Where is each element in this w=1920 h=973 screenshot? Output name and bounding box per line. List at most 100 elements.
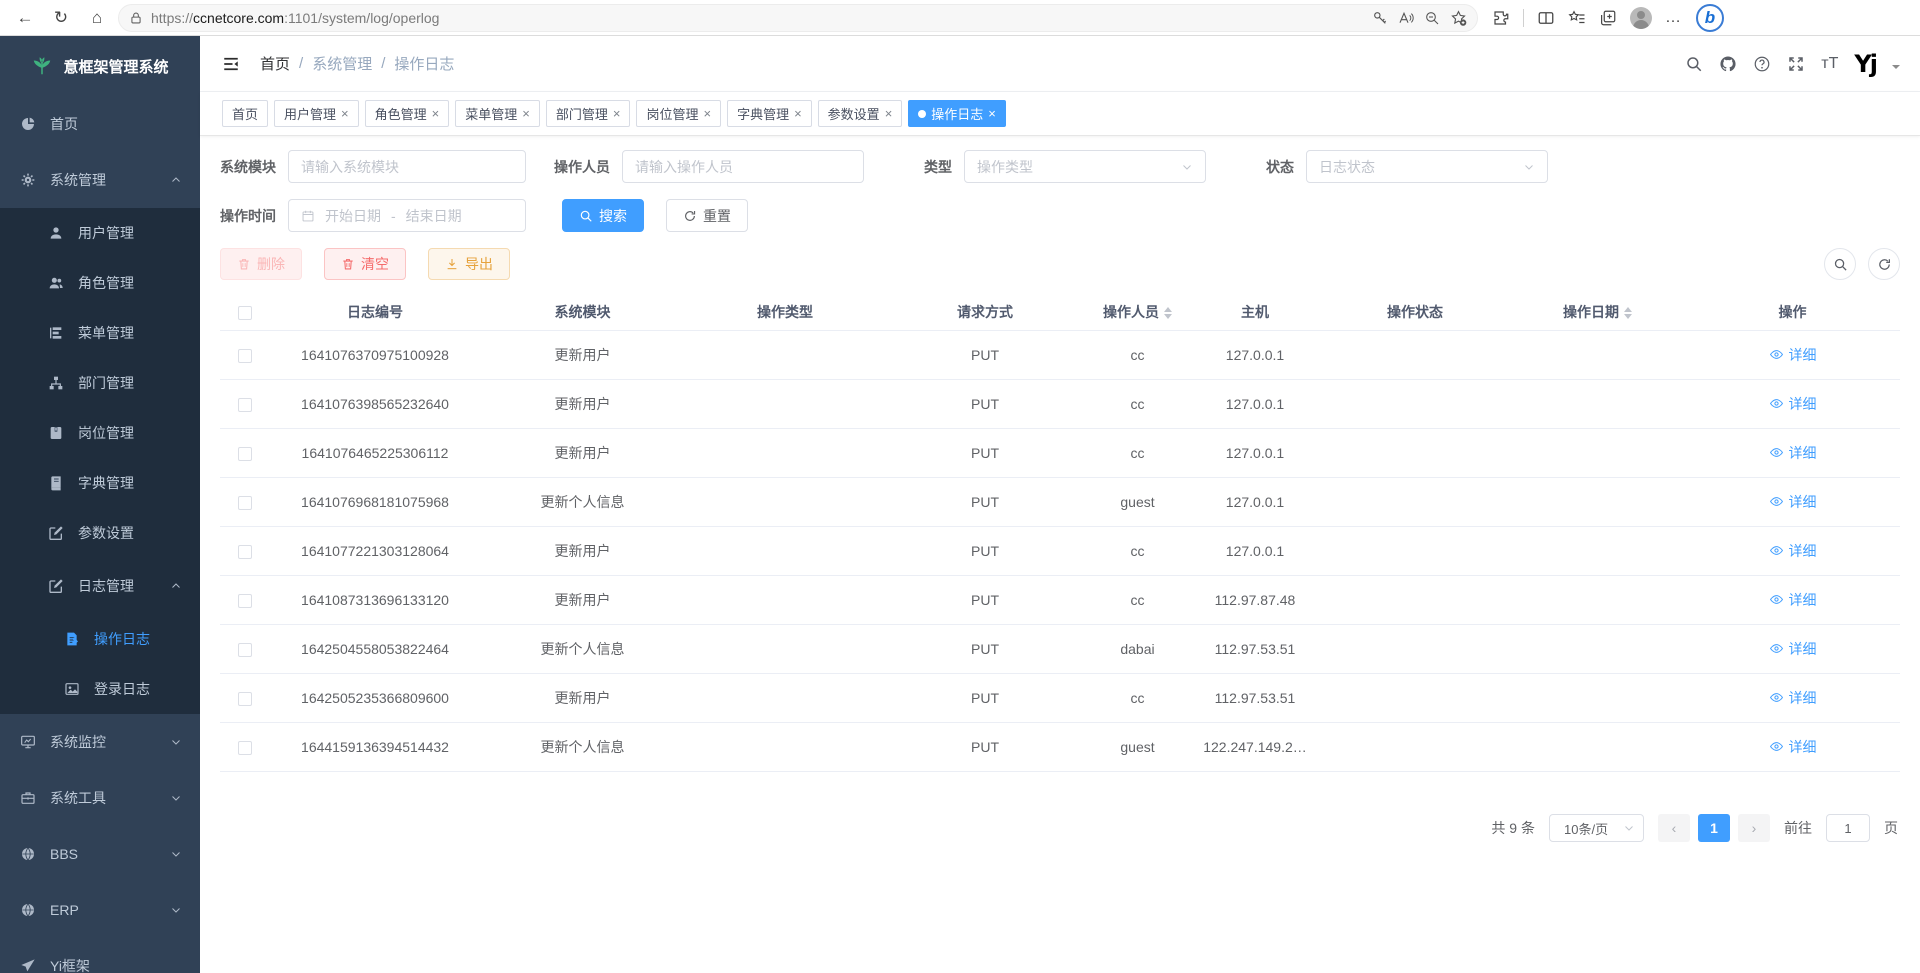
row-checkbox[interactable] xyxy=(238,692,252,706)
font-size-icon[interactable]: тT xyxy=(1821,55,1838,73)
tab-menu-management[interactable]: 菜单管理× xyxy=(455,100,540,127)
avatar-dropdown-icon[interactable] xyxy=(1892,65,1900,73)
close-icon[interactable]: × xyxy=(613,106,621,121)
browser-refresh-button[interactable]: ↻ xyxy=(46,3,76,33)
tab-user-management[interactable]: 用户管理× xyxy=(274,100,359,127)
user-avatar-logo[interactable]: Yj xyxy=(1854,50,1876,78)
sidebar-item-erp[interactable]: ERP xyxy=(0,882,200,938)
detail-link[interactable]: 详细 xyxy=(1769,639,1817,659)
app-logo[interactable]: 意框架管理系统 xyxy=(0,36,200,96)
toggle-search-button[interactable] xyxy=(1824,248,1856,280)
sidebar-item-login-log[interactable]: 登录日志 xyxy=(0,664,200,714)
row-checkbox[interactable] xyxy=(238,741,252,755)
row-checkbox[interactable] xyxy=(238,398,252,412)
tab-dict-management[interactable]: 字典管理× xyxy=(727,100,812,127)
detail-link[interactable]: 详细 xyxy=(1769,492,1817,512)
profile-avatar[interactable] xyxy=(1630,7,1652,29)
sidebar-item-log-management[interactable]: 日志管理 xyxy=(0,558,200,614)
sidebar-item-operation-log[interactable]: 操作日志 xyxy=(0,614,200,664)
sidebar-item-dept-management[interactable]: 部门管理 xyxy=(0,358,200,408)
detail-link[interactable]: 详细 xyxy=(1769,394,1817,414)
row-checkbox[interactable] xyxy=(238,447,252,461)
row-checkbox[interactable] xyxy=(238,643,252,657)
password-key-icon[interactable] xyxy=(1372,9,1388,27)
detail-link[interactable]: 详细 xyxy=(1769,737,1817,757)
detail-link[interactable]: 详细 xyxy=(1769,345,1817,365)
sidebar-item-post-management[interactable]: 岗位管理 xyxy=(0,408,200,458)
search-icon[interactable] xyxy=(1685,55,1703,73)
sidebar-item-system-monitor[interactable]: 系统监控 xyxy=(0,714,200,770)
sort-icon[interactable] xyxy=(1164,307,1172,319)
collections-icon[interactable] xyxy=(1599,9,1617,27)
sidebar-item-yi-framework[interactable]: Yi框架 xyxy=(0,938,200,973)
sidebar-item-system-tools[interactable]: 系统工具 xyxy=(0,770,200,826)
close-icon[interactable]: × xyxy=(432,106,440,121)
detail-link[interactable]: 详细 xyxy=(1769,541,1817,561)
next-page-button[interactable]: › xyxy=(1738,814,1770,842)
address-bar[interactable]: https://ccnetcore.com:1101/system/log/op… xyxy=(118,4,1478,32)
page-size-select[interactable]: 10条/页 xyxy=(1549,814,1644,842)
tab-home[interactable]: 首页 xyxy=(222,100,268,127)
search-button[interactable]: 搜索 xyxy=(562,199,644,232)
status-select[interactable]: 日志状态 xyxy=(1306,150,1548,183)
detail-link[interactable]: 详细 xyxy=(1769,590,1817,610)
type-select[interactable]: 操作类型 xyxy=(964,150,1206,183)
zoom-out-icon[interactable] xyxy=(1424,9,1440,27)
sidebar-item-system-management[interactable]: 系统管理 xyxy=(0,152,200,208)
fullscreen-icon[interactable] xyxy=(1787,55,1805,73)
browser-back-button[interactable]: ← xyxy=(10,3,40,33)
select-all-checkbox[interactable] xyxy=(238,306,252,320)
module-input[interactable] xyxy=(301,159,513,175)
sidebar-item-param-settings[interactable]: 参数设置 xyxy=(0,508,200,558)
close-icon[interactable]: × xyxy=(341,106,349,121)
prev-page-button[interactable]: ‹ xyxy=(1658,814,1690,842)
close-icon[interactable]: × xyxy=(988,106,996,121)
row-checkbox[interactable] xyxy=(238,349,252,363)
goto-page-input[interactable] xyxy=(1826,814,1870,842)
sidebar-item-bbs[interactable]: BBS xyxy=(0,826,200,882)
favorites-icon[interactable] xyxy=(1568,9,1586,27)
collapse-sidebar-icon[interactable] xyxy=(220,55,242,73)
operator-input[interactable] xyxy=(635,159,851,175)
reset-button[interactable]: 重置 xyxy=(666,199,748,232)
sidebar-item-role-management[interactable]: 角色管理 xyxy=(0,258,200,308)
help-icon[interactable] xyxy=(1753,55,1771,73)
github-icon[interactable] xyxy=(1719,55,1737,73)
close-icon[interactable]: × xyxy=(885,106,893,121)
date-range-picker[interactable]: 开始日期 - 结束日期 xyxy=(288,199,526,232)
export-button[interactable]: 导出 xyxy=(428,248,510,280)
browser-menu-icon[interactable]: … xyxy=(1665,9,1683,27)
row-checkbox[interactable] xyxy=(238,496,252,510)
sort-icon[interactable] xyxy=(1624,307,1632,319)
detail-link[interactable]: 详细 xyxy=(1769,443,1817,463)
detail-link[interactable]: 详细 xyxy=(1769,688,1817,708)
refresh-table-button[interactable] xyxy=(1868,248,1900,280)
sidebar-item-user-management[interactable]: 用户管理 xyxy=(0,208,200,258)
tab-role-management[interactable]: 角色管理× xyxy=(365,100,450,127)
sidebar-item-menu-management[interactable]: 菜单管理 xyxy=(0,308,200,358)
col-date[interactable]: 操作日期 xyxy=(1510,302,1685,322)
extensions-icon[interactable] xyxy=(1492,9,1510,27)
url-text[interactable]: https://ccnetcore.com:1101/system/log/op… xyxy=(151,10,1364,26)
bing-chat-icon[interactable]: b xyxy=(1696,4,1724,32)
close-icon[interactable]: × xyxy=(703,106,711,121)
breadcrumb-home[interactable]: 首页 xyxy=(260,53,290,74)
close-icon[interactable]: × xyxy=(522,106,530,121)
start-date-placeholder[interactable]: 开始日期 xyxy=(325,206,381,226)
col-operator[interactable]: 操作人员 xyxy=(1085,302,1190,322)
read-aloud-icon[interactable] xyxy=(1398,9,1414,27)
tab-dept-management[interactable]: 部门管理× xyxy=(546,100,631,127)
tab-param-settings[interactable]: 参数设置× xyxy=(818,100,903,127)
add-favorite-icon[interactable] xyxy=(1450,9,1467,27)
tab-operation-log[interactable]: 操作日志× xyxy=(908,100,1006,127)
sidebar-item-home[interactable]: 首页 xyxy=(0,96,200,152)
row-checkbox[interactable] xyxy=(238,594,252,608)
page-1-button[interactable]: 1 xyxy=(1698,814,1730,842)
end-date-placeholder[interactable]: 结束日期 xyxy=(406,206,462,226)
split-screen-icon[interactable] xyxy=(1537,9,1555,27)
browser-home-button[interactable]: ⌂ xyxy=(82,3,112,33)
row-checkbox[interactable] xyxy=(238,545,252,559)
sidebar-item-dict-management[interactable]: 字典管理 xyxy=(0,458,200,508)
clear-button[interactable]: 清空 xyxy=(324,248,406,280)
tab-post-management[interactable]: 岗位管理× xyxy=(636,100,721,127)
